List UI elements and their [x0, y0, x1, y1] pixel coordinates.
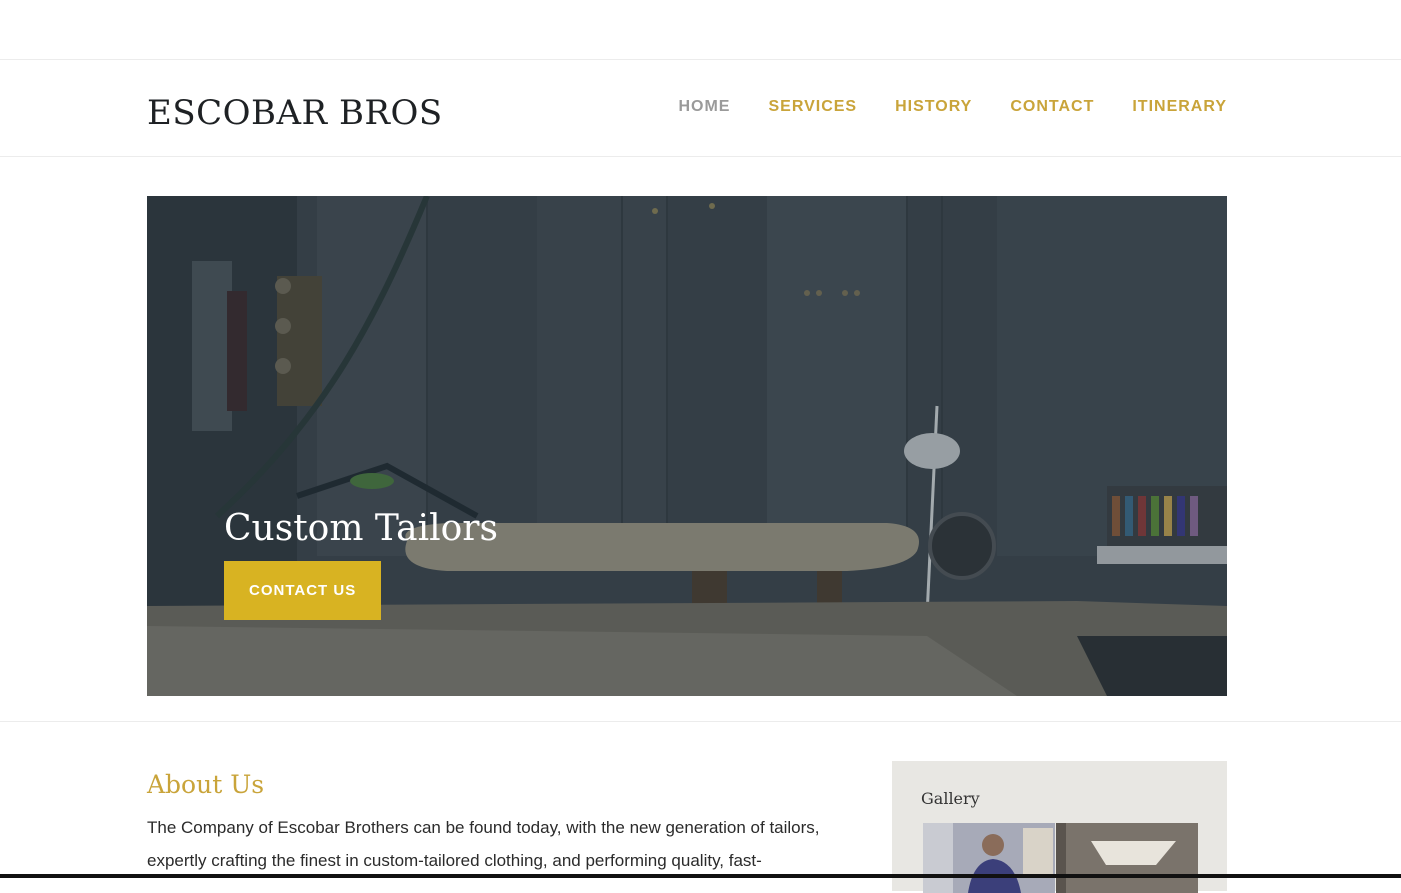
section-divider — [0, 721, 1401, 722]
nav-item-services[interactable]: SERVICES — [768, 98, 857, 116]
gallery-widget: Gallery — [892, 761, 1227, 893]
gallery-thumbnail[interactable] — [923, 823, 1055, 893]
top-bar — [0, 0, 1401, 60]
about-heading: About Us — [147, 770, 265, 799]
gallery-heading: Gallery — [921, 789, 980, 808]
bottom-edge-bar — [0, 874, 1401, 878]
site-logo[interactable]: ESCOBAR BROS — [147, 93, 443, 133]
about-body: The Company of Escobar Brothers can be f… — [147, 818, 820, 870]
about-section: About Us The Company of Escobar Brothers… — [147, 770, 857, 877]
nav-item-itinerary[interactable]: ITINERARY — [1132, 98, 1227, 116]
hero-title: Custom Tailors — [224, 508, 498, 549]
nav-item-home[interactable]: HOME — [678, 98, 730, 116]
gallery-thumbnail-image — [923, 823, 1055, 893]
hero-background-image — [147, 196, 1227, 696]
hero-banner: Custom Tailors CONTACT US — [147, 196, 1227, 696]
hero-content: Custom Tailors CONTACT US — [224, 508, 498, 620]
gallery-thumbnail-image — [1056, 823, 1198, 893]
site-header: ESCOBAR BROS HOME SERVICES HISTORY CONTA… — [0, 60, 1401, 157]
nav-item-history[interactable]: HISTORY — [895, 98, 972, 116]
nav-item-contact[interactable]: CONTACT — [1010, 98, 1094, 116]
gallery-thumbnail[interactable] — [1056, 823, 1198, 893]
main-nav: HOME SERVICES HISTORY CONTACT ITINERARY — [678, 98, 1227, 116]
contact-us-button[interactable]: CONTACT US — [224, 561, 382, 620]
